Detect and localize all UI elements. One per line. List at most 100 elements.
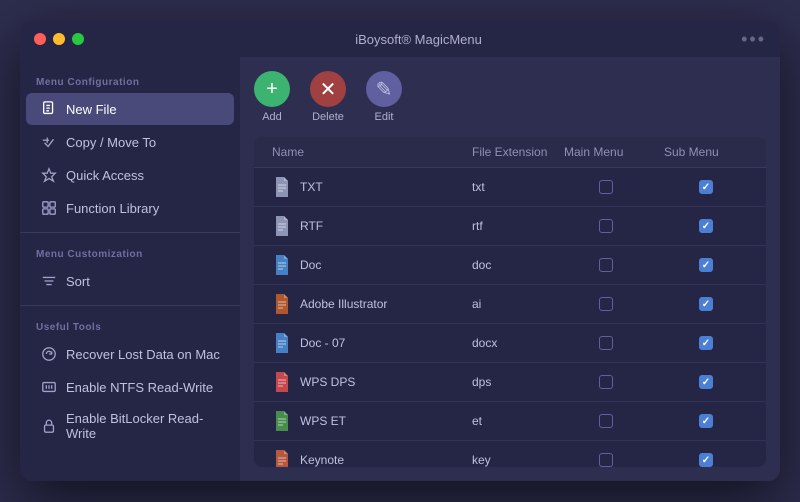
maximize-button[interactable] [72, 33, 84, 45]
sidebar-item-new-file-label: New File [66, 102, 117, 117]
add-button[interactable]: + Add [254, 71, 290, 123]
cell-main-menu[interactable] [556, 212, 656, 240]
cell-sub-menu[interactable] [656, 446, 756, 467]
table-row[interactable]: Docdoc [254, 246, 766, 285]
edit-button-circle: ✎ [366, 71, 402, 107]
sidebar-item-function-library[interactable]: Function Library [26, 192, 234, 224]
col-header-sub-menu: Sub Menu [656, 137, 756, 167]
file-type-icon [272, 253, 292, 277]
cell-sub-menu[interactable] [656, 212, 756, 240]
cell-main-menu[interactable] [556, 329, 656, 357]
delete-button[interactable]: ✕ Delete [310, 71, 346, 123]
cell-sub-menu[interactable] [656, 173, 756, 201]
cell-ext: doc [464, 251, 556, 279]
edit-button[interactable]: ✎ Edit [366, 71, 402, 123]
cell-sub-menu[interactable] [656, 251, 756, 279]
cell-sub-menu[interactable] [656, 290, 756, 318]
table-row[interactable]: Doc - 07docx [254, 324, 766, 363]
cell-ext: ai [464, 290, 556, 318]
cell-main-menu[interactable] [556, 251, 656, 279]
quick-access-icon [40, 166, 58, 184]
sidebar-item-function-library-label: Function Library [66, 201, 159, 216]
traffic-lights [34, 33, 84, 45]
cell-name: Keynote [264, 441, 464, 467]
table-row[interactable]: Adobe Illustratorai [254, 285, 766, 324]
sidebar-item-recover-label: Recover Lost Data on Mac [66, 347, 220, 362]
cell-sub-menu[interactable] [656, 407, 756, 435]
col-header-main-menu: Main Menu [556, 137, 656, 167]
sidebar-item-ntfs-label: Enable NTFS Read-Write [66, 380, 213, 395]
main-area: + Add ✕ Delete ✎ Edit Name File Extensio… [240, 57, 780, 481]
sidebar: Menu Configuration New File [20, 57, 240, 481]
new-file-icon [40, 100, 58, 118]
cell-name: Doc [264, 246, 464, 284]
file-type-icon [272, 370, 292, 394]
close-button[interactable] [34, 33, 46, 45]
cell-name: RTF [264, 207, 464, 245]
file-type-icon [272, 214, 292, 238]
cell-ext: et [464, 407, 556, 435]
col-header-ext: File Extension [464, 137, 556, 167]
ntfs-icon [40, 378, 58, 396]
cell-name: WPS DPS [264, 363, 464, 401]
app-title: iBoysoft® MagicMenu [96, 32, 741, 47]
cell-name: Adobe Illustrator [264, 285, 464, 323]
file-type-icon [272, 175, 292, 199]
sidebar-item-bitlocker-label: Enable BitLocker Read-Write [66, 411, 220, 441]
table-row[interactable]: Keynotekey [254, 441, 766, 467]
table-row[interactable]: TXTtxt [254, 168, 766, 207]
table-row[interactable]: RTFrtf [254, 207, 766, 246]
sidebar-divider-2 [20, 305, 240, 306]
table-row[interactable]: WPS ETet [254, 402, 766, 441]
cell-main-menu[interactable] [556, 446, 656, 467]
cell-ext: docx [464, 329, 556, 357]
cell-ext: dps [464, 368, 556, 396]
file-types-table: Name File Extension Main Menu Sub Menu T… [254, 137, 766, 467]
menu-custom-section-label: Menu Customization [20, 241, 240, 264]
col-header-name: Name [264, 137, 464, 167]
cell-name: WPS ET [264, 402, 464, 440]
cell-main-menu[interactable] [556, 290, 656, 318]
sidebar-item-ntfs[interactable]: Enable NTFS Read-Write [26, 371, 234, 403]
sort-icon [40, 272, 58, 290]
file-type-icon [272, 331, 292, 355]
sidebar-item-sort[interactable]: Sort [26, 265, 234, 297]
copy-move-icon [40, 133, 58, 151]
cell-ext: key [464, 446, 556, 467]
file-type-icon [272, 292, 292, 316]
window-menu-dots[interactable]: ••• [741, 29, 766, 50]
add-button-label: Add [262, 111, 282, 123]
minimize-button[interactable] [53, 33, 65, 45]
sidebar-divider-1 [20, 232, 240, 233]
content-area: Menu Configuration New File [20, 57, 780, 481]
sidebar-item-recover[interactable]: Recover Lost Data on Mac [26, 338, 234, 370]
cell-sub-menu[interactable] [656, 368, 756, 396]
function-library-icon [40, 199, 58, 217]
sidebar-item-bitlocker[interactable]: Enable BitLocker Read-Write [26, 404, 234, 448]
add-button-circle: + [254, 71, 290, 107]
menu-config-section-label: Menu Configuration [20, 69, 240, 92]
cell-sub-menu[interactable] [656, 329, 756, 357]
edit-button-label: Edit [375, 111, 394, 123]
app-window: iBoysoft® MagicMenu ••• Menu Configurati… [20, 21, 780, 481]
useful-tools-section-label: Useful Tools [20, 314, 240, 337]
sidebar-item-new-file[interactable]: New File [26, 93, 234, 125]
file-type-icon [272, 409, 292, 433]
sidebar-item-quick-access-label: Quick Access [66, 168, 144, 183]
cell-name: TXT [264, 168, 464, 206]
sidebar-item-quick-access[interactable]: Quick Access [26, 159, 234, 191]
cell-main-menu[interactable] [556, 407, 656, 435]
cell-main-menu[interactable] [556, 173, 656, 201]
delete-button-circle: ✕ [310, 71, 346, 107]
sidebar-item-copy-move[interactable]: Copy / Move To [26, 126, 234, 158]
cell-main-menu[interactable] [556, 368, 656, 396]
bitlocker-icon [40, 417, 58, 435]
table-row[interactable]: WPS DPSdps [254, 363, 766, 402]
sidebar-item-sort-label: Sort [66, 274, 90, 289]
cell-ext: rtf [464, 212, 556, 240]
toolbar: + Add ✕ Delete ✎ Edit [254, 71, 766, 123]
table-header: Name File Extension Main Menu Sub Menu [254, 137, 766, 168]
titlebar: iBoysoft® MagicMenu ••• [20, 21, 780, 57]
delete-button-label: Delete [312, 111, 344, 123]
cell-name: Doc - 07 [264, 324, 464, 362]
